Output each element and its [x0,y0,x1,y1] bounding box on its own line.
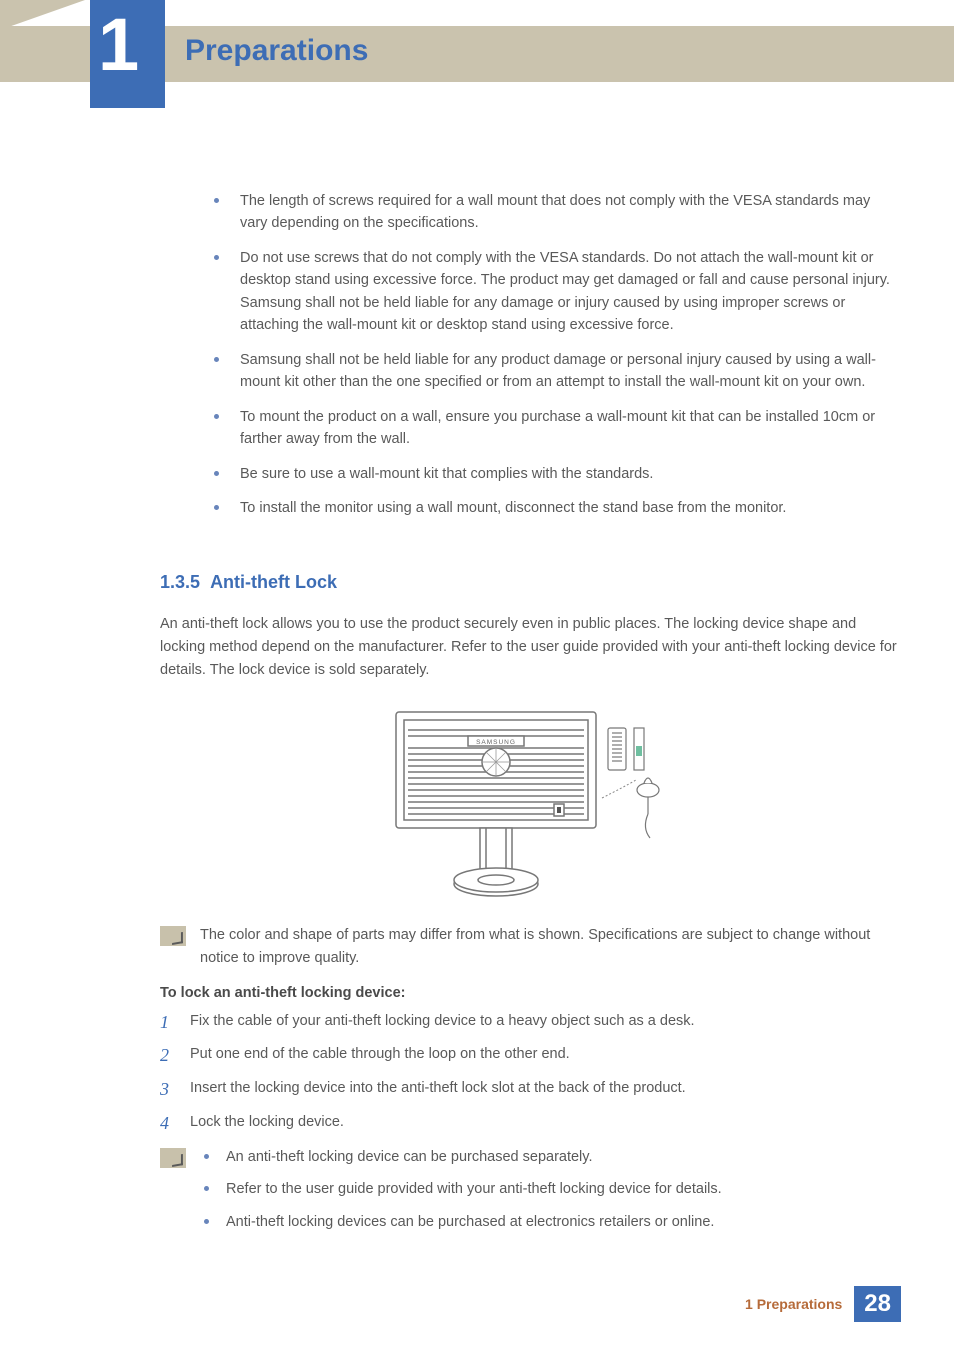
monitor-lock-figure: SAMSUNG [376,706,686,904]
step-item: Fix the cable of your anti-theft locking… [160,1011,901,1033]
chapter-title: Preparations [185,34,368,68]
note-icon [160,1148,186,1168]
section-title: Anti-theft Lock [210,572,337,592]
page-number: 28 [854,1286,901,1322]
list-item: Do not use screws that do not comply wit… [210,247,901,337]
list-item: To install the monitor using a wall moun… [210,497,901,519]
note-block: The color and shape of parts may differ … [160,924,901,970]
note-list: An anti-theft locking device can be purc… [200,1146,722,1233]
list-item: An anti-theft locking device can be purc… [200,1146,722,1168]
note-block: An anti-theft locking device can be purc… [160,1146,901,1243]
step-item: Put one end of the cable through the loo… [160,1044,901,1066]
step-item: Insert the locking device into the anti-… [160,1078,901,1100]
figure-brand-label: SAMSUNG [476,739,516,746]
list-item: The length of screws required for a wall… [210,190,901,235]
step-item: Lock the locking device. [160,1112,901,1134]
list-item: To mount the product on a wall, ensure y… [210,406,901,451]
footer-breadcrumb: 1 Preparations [745,1296,842,1312]
note-text: An anti-theft locking device can be purc… [200,1146,722,1243]
page-content: The length of screws required for a wall… [160,190,901,1257]
howto-title: To lock an anti-theft locking device: [160,985,901,1001]
note-text: The color and shape of parts may differ … [200,924,901,970]
list-item: Be sure to use a wall-mount kit that com… [210,463,901,485]
list-item: Anti-theft locking devices can be purcha… [200,1211,722,1233]
warning-list: The length of screws required for a wall… [210,190,901,520]
list-item: Refer to the user guide provided with yo… [200,1178,722,1200]
chapter-number: 1 [98,2,139,87]
section-number: 1.3.5 [160,572,200,592]
section-intro: An anti-theft lock allows you to use the… [160,613,901,683]
list-item: Samsung shall not be held liable for any… [210,349,901,394]
note-icon [160,926,186,946]
page-footer: 1 Preparations 28 [745,1286,901,1322]
section-heading: 1.3.5 Anti-theft Lock [160,572,901,593]
steps-list: Fix the cable of your anti-theft locking… [160,1011,901,1134]
